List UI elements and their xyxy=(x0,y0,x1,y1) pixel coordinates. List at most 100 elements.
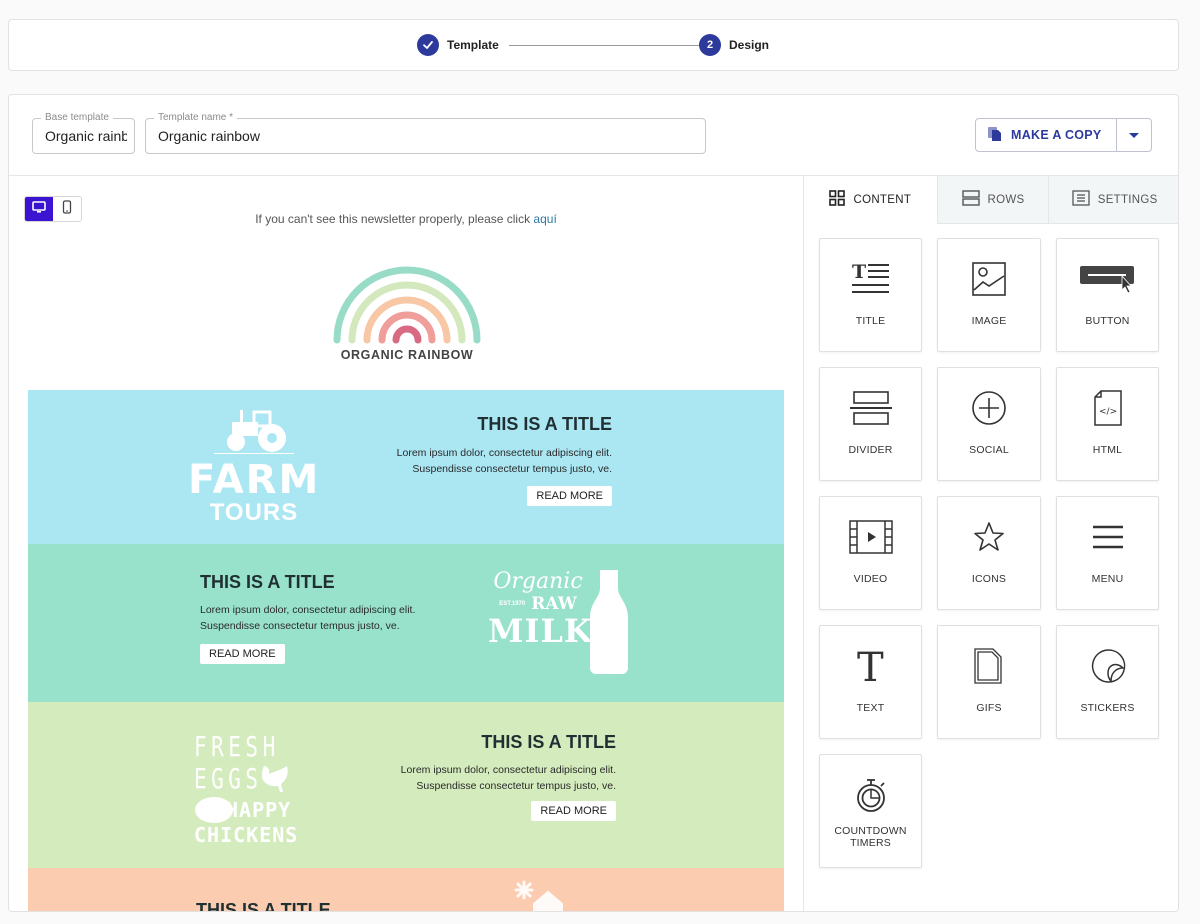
row-body-line: Lorem ipsum dolor, consectetur adipiscin… xyxy=(396,447,612,459)
step-label: Design xyxy=(729,38,770,52)
step-design[interactable]: 2 Design xyxy=(699,34,769,56)
svg-text:T: T xyxy=(857,647,884,685)
base-template-field[interactable]: Base template Organic rainbow xyxy=(32,112,135,154)
block-image[interactable]: IMAGE xyxy=(937,238,1041,352)
editor-topbar: Base template Organic rainbow Template n… xyxy=(9,95,1178,176)
rainbow-icon xyxy=(333,266,481,344)
content-panel: CONTENT ROWS SETTINGS T TITLE IMAGE BUTT… xyxy=(803,176,1178,911)
gifs-icon xyxy=(959,644,1019,688)
milk-bottle-icon xyxy=(590,570,628,674)
field-value: Organic rainbow xyxy=(45,128,127,144)
text-icon: T xyxy=(841,644,901,688)
block-social[interactable]: SOCIAL xyxy=(937,367,1041,481)
block-label: VIDEO xyxy=(853,573,888,585)
row-body-line: Suspendisse consectetur tempus justo, ve… xyxy=(412,463,612,475)
make-copy-split-button: MAKE A COPY xyxy=(975,118,1152,152)
block-menu[interactable]: MENU xyxy=(1056,496,1159,610)
block-label: COUNTDOWN TIMERS xyxy=(834,825,907,849)
html-icon: </> xyxy=(1078,386,1138,430)
check-icon xyxy=(417,34,439,56)
image-icon xyxy=(959,257,1019,301)
panel-tabs: CONTENT ROWS SETTINGS xyxy=(804,176,1178,224)
template-name-input[interactable]: Template name * Organic rainbow xyxy=(145,112,706,154)
preheader-link[interactable]: aquí xyxy=(533,212,556,226)
art-line-1: Organic xyxy=(493,569,583,594)
block-divider[interactable]: DIVIDER xyxy=(819,367,922,481)
block-label: IMAGE xyxy=(971,315,1007,327)
sticker-icon xyxy=(1078,644,1138,688)
art-line-4: CHICKENS xyxy=(194,823,299,847)
preheader: If you can't see this newsletter properl… xyxy=(9,212,803,226)
block-gifs[interactable]: GIFS xyxy=(937,625,1041,739)
block-label: ICONS xyxy=(971,573,1007,585)
read-more-button[interactable]: READ MORE xyxy=(527,486,612,506)
tab-rows[interactable]: ROWS xyxy=(936,176,1049,224)
art-line-3: MILK xyxy=(488,612,593,650)
art-row: EST.1970 RAW xyxy=(488,594,588,614)
art-line-2: TOURS xyxy=(209,499,299,526)
tab-content[interactable]: CONTENT xyxy=(804,176,937,224)
newsletter-row[interactable]: THIS IS A TITLE Lorem ipsum dolor, conse… xyxy=(28,544,784,702)
block-icons[interactable]: ICONS xyxy=(937,496,1041,610)
row-title: THIS IS A TITLE xyxy=(477,414,612,434)
field-label: Template name * xyxy=(154,112,238,124)
step-number: 2 xyxy=(699,34,721,56)
newsletter-row[interactable]: THIS IS A TITLE xyxy=(28,868,784,912)
block-button[interactable]: BUTTON xyxy=(1056,238,1159,352)
read-more-button[interactable]: READ MORE xyxy=(200,644,285,664)
step-connector xyxy=(509,45,699,46)
chicken-icon xyxy=(261,766,288,792)
read-more-button[interactable]: READ MORE xyxy=(531,801,616,821)
block-text[interactable]: T TEXT xyxy=(819,625,922,739)
row-body-line: Suspendisse consectetur tempus justo, ve… xyxy=(416,780,616,792)
organic-rainbow-logo: ORGANIC RAINBOW xyxy=(331,260,483,370)
art-row: HAPPY xyxy=(194,796,314,824)
copy-icon xyxy=(987,126,1003,145)
row-title: THIS IS A TITLE xyxy=(200,572,335,592)
block-label: BUTTON xyxy=(1085,315,1130,327)
row-body-line: Lorem ipsum dolor, consectetur adipiscin… xyxy=(400,764,616,776)
tractor-icon xyxy=(214,410,294,454)
row-title: THIS IS A TITLE xyxy=(481,732,616,752)
step-template[interactable]: Template xyxy=(417,34,499,56)
row-body: Lorem ipsum dolor, consectetur adipiscin… xyxy=(200,602,415,634)
star-icon xyxy=(959,515,1019,559)
block-video[interactable]: VIDEO xyxy=(819,496,922,610)
newsletter-row[interactable]: FRESH EGGS HAPPY CHICKENS THIS IS A TITL… xyxy=(28,702,784,868)
block-title[interactable]: T TITLE xyxy=(819,238,922,352)
block-label: TITLE xyxy=(855,315,886,327)
newsletter-row[interactable]: FARM TOURS THIS IS A TITLE Lorem ipsum d… xyxy=(28,390,784,544)
tab-label: SETTINGS xyxy=(1097,193,1158,206)
art-line-2: EGGS xyxy=(194,762,263,795)
editor: Base template Organic rainbow Template n… xyxy=(8,94,1179,912)
preheader-text: If you can't see this newsletter properl… xyxy=(255,212,534,226)
block-countdown-timers[interactable]: COUNTDOWN TIMERS xyxy=(819,754,922,868)
caret-down-icon xyxy=(1128,132,1139,138)
make-copy-button[interactable]: MAKE A COPY xyxy=(976,119,1117,151)
tab-label: ROWS xyxy=(987,193,1025,206)
block-label: DIVIDER xyxy=(848,444,893,456)
grid-icon xyxy=(829,190,846,209)
social-icon xyxy=(959,386,1019,430)
art-line-1: FARM xyxy=(188,457,321,503)
art-small: EST.1970 xyxy=(499,601,526,607)
step-label: Template xyxy=(447,38,499,52)
block-label: HTML xyxy=(1092,444,1123,456)
divider-icon xyxy=(841,386,901,430)
field-label: Base template xyxy=(41,112,113,124)
row-body-line: Suspendisse consectetur tempus justo, ve… xyxy=(200,620,400,632)
video-icon xyxy=(841,515,901,559)
windmill-barn-icon xyxy=(514,880,563,911)
email-canvas[interactable]: If you can't see this newsletter properl… xyxy=(9,176,803,912)
raw-milk-illustration: Organic EST.1970 RAW MILK xyxy=(488,569,593,650)
block-html[interactable]: </> HTML xyxy=(1056,367,1159,481)
row-title: THIS IS A TITLE xyxy=(196,900,331,912)
art-line-3: HAPPY xyxy=(226,798,292,822)
block-stickers[interactable]: STICKERS xyxy=(1056,625,1159,739)
title-icon: T xyxy=(841,257,901,301)
row-body: Lorem ipsum dolor, consectetur adipiscin… xyxy=(397,445,612,477)
svg-text:</>: </> xyxy=(1099,407,1117,417)
button-icon xyxy=(1078,257,1138,301)
make-copy-dropdown[interactable] xyxy=(1117,119,1151,151)
tab-settings[interactable]: SETTINGS xyxy=(1048,176,1178,224)
